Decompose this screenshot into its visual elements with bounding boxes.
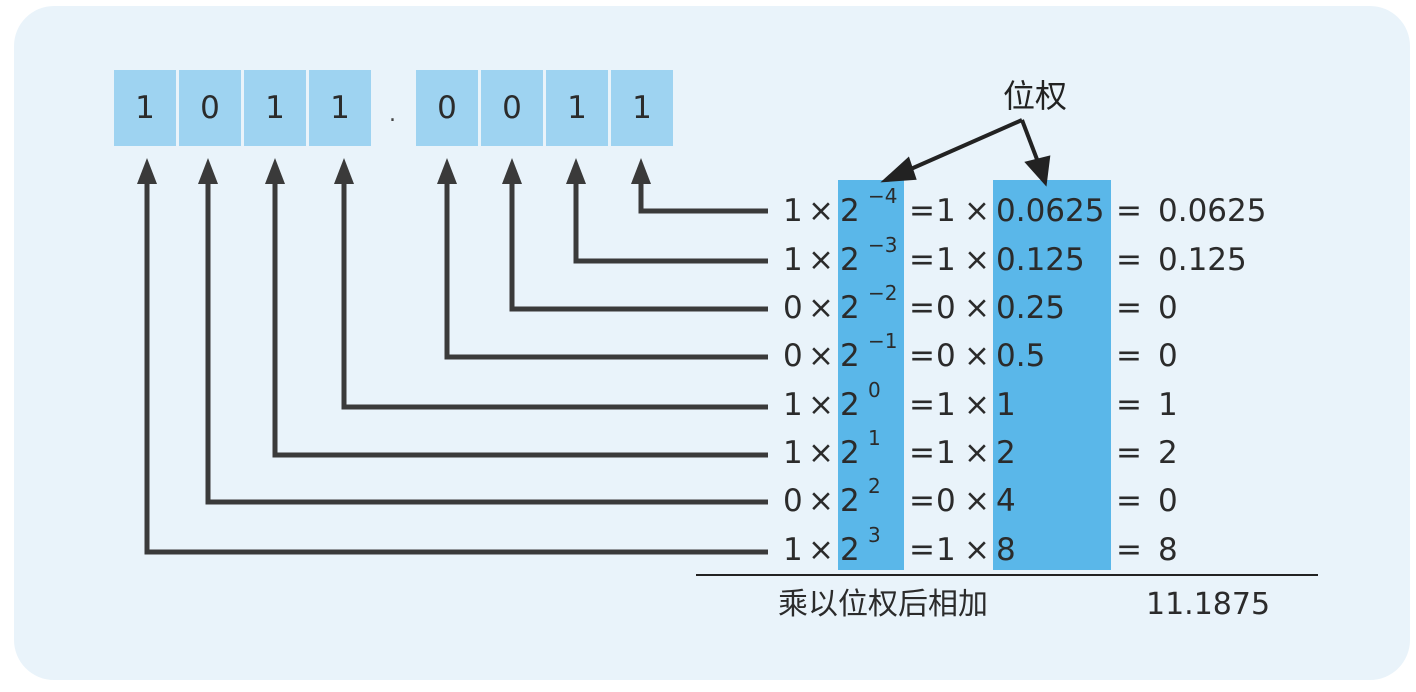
row-digit: 1	[783, 242, 803, 278]
row-times-sign: ×	[964, 387, 990, 423]
row-times-sign: ×	[808, 242, 834, 278]
row-exponent: 3	[868, 523, 881, 547]
arrow-head	[631, 158, 651, 184]
row-exponent: −2	[868, 281, 898, 305]
row-times-sign: ×	[808, 532, 834, 568]
arrow-head	[880, 156, 917, 183]
row-base: 2	[840, 483, 860, 519]
sum-total: 11.1875	[1146, 587, 1271, 622]
arrow-head	[265, 158, 285, 184]
row-digit: 1	[783, 532, 803, 568]
row-exponent: 1	[868, 426, 881, 450]
row-result: 8	[1158, 532, 1178, 568]
row-equals-sign: =	[909, 387, 935, 423]
row-digit-repeat: 0	[936, 483, 956, 519]
row-equals-sign: =	[909, 532, 935, 568]
row-equals-sign: =	[1116, 435, 1142, 471]
row-times-sign: ×	[808, 290, 834, 326]
bit-connector-line	[573, 170, 768, 264]
bit-connector-line	[638, 170, 768, 214]
arrow-head	[1024, 155, 1051, 187]
row-times-sign: ×	[808, 435, 834, 471]
row-equals-sign: =	[1116, 242, 1142, 278]
row-exponent: −4	[868, 184, 898, 208]
row-weight-value: 8	[996, 532, 1016, 568]
row-digit: 0	[783, 483, 803, 519]
row-equals-sign: =	[909, 483, 935, 519]
row-exponent: −3	[868, 233, 898, 257]
row-digit-repeat: 1	[936, 435, 956, 471]
weight-pointer-line	[1020, 119, 1040, 163]
bit-connector-line	[144, 170, 768, 555]
row-weight-value: 1	[996, 387, 1016, 423]
row-digit: 1	[783, 387, 803, 423]
row-times-sign: ×	[964, 242, 990, 278]
row-exponent: −1	[868, 329, 898, 353]
arrow-head	[502, 158, 522, 184]
arrow-head	[198, 158, 218, 184]
row-result: 2	[1158, 435, 1178, 471]
row-digit: 0	[783, 290, 803, 326]
row-digit: 1	[783, 435, 803, 471]
row-base: 2	[840, 387, 860, 423]
row-times-sign: ×	[964, 290, 990, 326]
row-exponent: 2	[868, 474, 881, 498]
row-equals-sign: =	[1116, 290, 1142, 326]
row-digit-repeat: 1	[936, 532, 956, 568]
arrow-head	[566, 158, 586, 184]
arrow-head	[137, 158, 157, 184]
row-equals-sign: =	[1116, 193, 1142, 229]
row-exponent: 0	[868, 378, 881, 402]
row-times-sign: ×	[964, 435, 990, 471]
row-result: 0	[1158, 338, 1178, 374]
row-weight-value: 0.25	[996, 290, 1066, 326]
row-digit: 0	[783, 338, 803, 374]
row-weight-value: 0.0625	[996, 193, 1105, 229]
row-times-sign: ×	[964, 532, 990, 568]
row-base: 2	[840, 290, 860, 326]
bit-connector-line	[205, 170, 768, 505]
row-weight-value: 0.125	[996, 242, 1085, 278]
row-equals-sign: =	[909, 193, 935, 229]
row-times-sign: ×	[808, 483, 834, 519]
row-result: 0.125	[1158, 242, 1247, 278]
row-times-sign: ×	[964, 338, 990, 374]
arrow-head	[437, 158, 457, 184]
sum-label: 乘以位权后相加	[778, 587, 988, 622]
row-digit-repeat: 1	[936, 242, 956, 278]
arrow-head	[334, 158, 354, 184]
row-equals-sign: =	[1116, 483, 1142, 519]
row-base: 2	[840, 242, 860, 278]
row-weight-value: 2	[996, 435, 1016, 471]
row-times-sign: ×	[808, 338, 834, 374]
row-base: 2	[840, 338, 860, 374]
row-digit-repeat: 0	[936, 290, 956, 326]
row-result: 0	[1158, 483, 1178, 519]
weight-pointer-line	[903, 118, 1023, 174]
row-equals-sign: =	[1116, 532, 1142, 568]
row-digit-repeat: 0	[936, 338, 956, 374]
row-equals-sign: =	[1116, 338, 1142, 374]
row-times-sign: ×	[964, 193, 990, 229]
row-base: 2	[840, 435, 860, 471]
row-equals-sign: =	[909, 338, 935, 374]
row-equals-sign: =	[909, 435, 935, 471]
bit-connector-line	[341, 170, 768, 410]
row-equals-sign: =	[909, 242, 935, 278]
row-weight-value: 4	[996, 483, 1016, 519]
row-digit-repeat: 1	[936, 387, 956, 423]
row-digit: 1	[783, 193, 803, 229]
row-base: 2	[840, 193, 860, 229]
row-base: 2	[840, 532, 860, 568]
row-equals-sign: =	[1116, 387, 1142, 423]
row-times-sign: ×	[964, 483, 990, 519]
row-times-sign: ×	[808, 193, 834, 229]
row-result: 0	[1158, 290, 1178, 326]
row-digit-repeat: 1	[936, 193, 956, 229]
row-equals-sign: =	[909, 290, 935, 326]
row-result: 0.0625	[1158, 193, 1267, 229]
row-weight-value: 0.5	[996, 338, 1046, 374]
row-times-sign: ×	[808, 387, 834, 423]
row-result: 1	[1158, 387, 1178, 423]
